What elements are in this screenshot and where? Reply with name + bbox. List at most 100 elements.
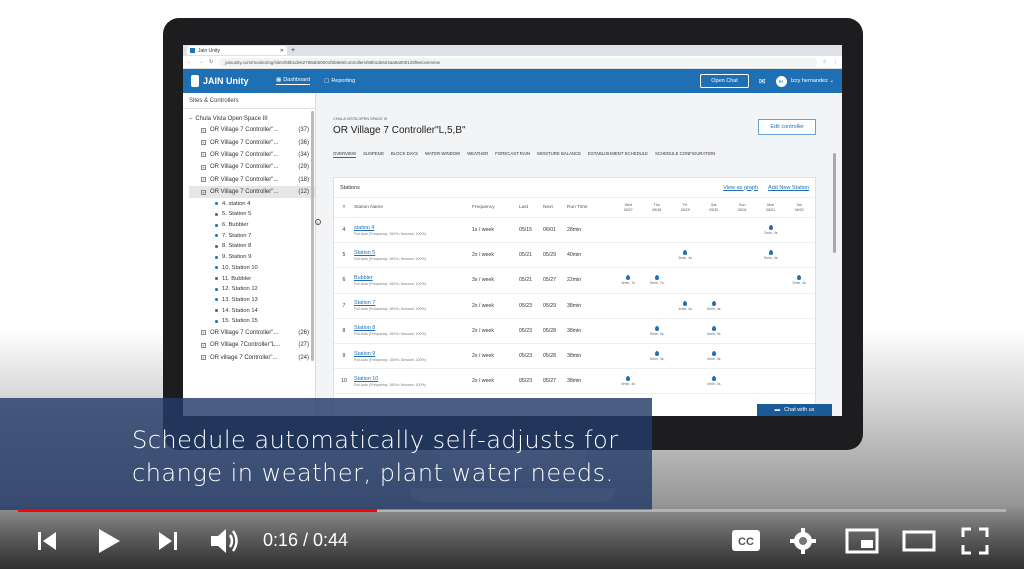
main-scrollbar[interactable] xyxy=(833,153,836,253)
station-item[interactable]: 13. Station 13 xyxy=(189,295,315,306)
breadcrumb[interactable]: CHULA VISTA OPEN SPACE III xyxy=(333,117,387,121)
table-row[interactable]: 5 Station 5 Full Auto (Frequency: 100% / A… xyxy=(334,243,815,269)
video-player[interactable]: { "browser": { "tab_title": "Jain Unity"… xyxy=(0,0,1024,569)
nav-dashboard[interactable]: ▦ Dashboard xyxy=(276,77,311,85)
volume-icon[interactable] xyxy=(209,526,243,556)
station-item[interactable]: 6. Bubbler xyxy=(189,220,315,231)
captions-icon[interactable]: CC xyxy=(731,528,761,554)
station-item[interactable]: 7. Station 7 xyxy=(189,230,315,241)
site-item[interactable]: – Chula Vista Open Space III xyxy=(189,113,315,124)
menu-dots-icon[interactable]: ⋮ xyxy=(833,59,838,65)
table-row[interactable]: 9 Station 9 Full Auto (Frequency: 100% / A… xyxy=(334,344,815,370)
expand-icon[interactable]: + xyxy=(201,189,206,195)
expand-icon[interactable]: + xyxy=(201,140,206,146)
col-frequency: Frequency xyxy=(472,205,495,210)
collapse-icon[interactable]: – xyxy=(189,116,192,122)
tab-overview[interactable]: OVERVIEW xyxy=(333,151,357,158)
station-link[interactable]: station 4 xyxy=(354,225,472,231)
controller-item[interactable]: + OR Village 7 Controller"... (12) xyxy=(189,185,315,199)
bookmark-star-icon[interactable]: ☆ xyxy=(823,59,827,65)
tab-forecast-rain[interactable]: FORECAST RAIN xyxy=(495,151,530,158)
forward-icon[interactable]: → xyxy=(198,59,203,65)
water-drop-icon xyxy=(654,275,659,281)
station-item[interactable]: 9. Station 9 xyxy=(189,252,315,263)
station-link[interactable]: Station 9 xyxy=(354,351,472,357)
controller-item[interactable]: + OR village 7 Controller"... (24) xyxy=(189,351,315,363)
avatar[interactable]: IH xyxy=(775,75,787,87)
edit-controller-button[interactable]: Edit controller xyxy=(758,119,816,135)
station-item[interactable]: 15. Station 15 xyxy=(189,316,315,327)
station-link[interactable]: Station 8 xyxy=(354,325,472,331)
url-field[interactable]: jainunity.com/monitoring/sites/59b1de627… xyxy=(219,57,817,67)
table-row[interactable]: 4 station 4 Full Auto (Frequency: 100% / A… xyxy=(334,218,815,244)
tab-establishment-schedule[interactable]: ESTABLISHMENT SCHEDULE xyxy=(588,151,648,158)
reload-icon[interactable]: ↻ xyxy=(209,59,213,65)
station-item[interactable]: 8. Station 8 xyxy=(189,241,315,252)
day-date: 05/28 xyxy=(652,207,662,212)
station-item[interactable]: 5. Station 5 xyxy=(189,209,315,220)
new-tab-icon[interactable]: + xyxy=(291,47,295,54)
close-tab-icon[interactable]: ✕ xyxy=(280,48,284,54)
play-icon[interactable] xyxy=(96,527,122,555)
back-icon[interactable]: ← xyxy=(187,59,192,65)
station-item[interactable]: 14. Station 14 xyxy=(189,305,315,316)
table-row[interactable]: 10 Station 10 Full Auto (Frequency: 100% /… xyxy=(334,369,815,395)
controller-item[interactable]: + OR Village 7 Controller"... (37) xyxy=(189,124,315,136)
col-last: Last xyxy=(519,205,529,210)
progress-bar[interactable] xyxy=(18,509,1006,512)
expand-icon[interactable]: + xyxy=(201,164,206,170)
expand-icon[interactable]: + xyxy=(201,342,206,348)
station-item[interactable]: 12. Station 12 xyxy=(189,284,315,295)
nav-reporting[interactable]: ▢ Reporting xyxy=(324,78,355,84)
tab-suspend[interactable]: SUSPEND xyxy=(363,151,384,158)
water-drop-icon xyxy=(797,275,802,281)
card-header: Stations View as graph Add New Station xyxy=(334,178,815,198)
controller-item[interactable]: + OR Village 7Controller"L... (27) xyxy=(189,339,315,351)
controller-item[interactable]: + OR Village 7 Controller"... (29) xyxy=(189,161,315,173)
controller-item[interactable]: + OR Village 7 Controller"... (36) xyxy=(189,136,315,148)
expand-icon[interactable]: + xyxy=(201,152,206,158)
station-link[interactable]: Bubbler xyxy=(354,275,472,281)
controller-tree: – Chula Vista Open Space III + OR Village … xyxy=(183,109,315,364)
fullscreen-icon[interactable] xyxy=(961,527,989,555)
tab-block-days[interactable]: BLOCK DAYS xyxy=(391,151,418,158)
expand-icon[interactable]: + xyxy=(201,355,206,361)
expand-icon[interactable]: + xyxy=(201,127,206,133)
notifications-icon[interactable]: ✉ xyxy=(759,77,766,86)
miniplayer-icon[interactable] xyxy=(845,528,879,554)
tab-weather[interactable]: WEATHER xyxy=(467,151,488,158)
previous-icon[interactable] xyxy=(36,529,58,553)
theater-mode-icon[interactable] xyxy=(902,529,936,553)
tab-water-window[interactable]: WATER WINDOW xyxy=(425,151,460,158)
controller-item[interactable]: + OR Village 7 Controller"... (18) xyxy=(189,174,315,186)
open-chat-button[interactable]: Open Chat xyxy=(700,74,749,88)
brand-logo[interactable]: JAIN Unity xyxy=(191,75,276,87)
col-runtime: Run Time xyxy=(567,205,588,210)
sidebar-scrollbar[interactable] xyxy=(311,111,314,361)
tab-schedule-configuration[interactable]: SCHEDULE CONFIGURATION xyxy=(655,151,715,158)
settings-gear-icon[interactable] xyxy=(789,527,817,555)
station-item[interactable]: 11. Bubbler xyxy=(189,273,315,284)
user-menu[interactable]: Izzy hernandez ⌄ xyxy=(791,78,834,84)
info-icon[interactable]: i xyxy=(315,219,321,225)
station-link[interactable]: Station 7 xyxy=(354,300,472,306)
chat-widget-button[interactable]: ▬ Chat with us xyxy=(757,404,832,416)
tab-moisture-balance[interactable]: MOISTURE BALANCE xyxy=(537,151,581,158)
station-link[interactable]: Station 5 xyxy=(354,250,472,256)
view-as-graph-link[interactable]: View as graph xyxy=(723,185,758,191)
table-row[interactable]: 6 Bubbler Full Auto (Frequency: 100% / Amo… xyxy=(334,268,815,294)
table-row[interactable]: 7 Station 7 Full Auto (Frequency: 100% / A… xyxy=(334,294,815,319)
browser-tab[interactable]: Jain Unity ✕ xyxy=(187,46,287,55)
add-new-station-link[interactable]: Add New Station xyxy=(768,185,809,191)
station-cell: Station 8 Full Auto (Frequency: 100% / Am… xyxy=(354,325,472,336)
controller-item[interactable]: + OR Village 7 Controller"... (34) xyxy=(189,149,315,161)
station-item[interactable]: 10. Station 10 xyxy=(189,262,315,273)
watering-duration: 2min, 4s xyxy=(763,231,778,236)
controller-item[interactable]: + OR Village 7 Controller"... (26) xyxy=(189,327,315,339)
station-link[interactable]: Station 10 xyxy=(354,376,472,382)
station-item[interactable]: 4. station 4 xyxy=(189,198,315,209)
table-row[interactable]: 8 Station 8 Full Auto (Frequency: 100% / A… xyxy=(334,319,815,344)
next-icon[interactable] xyxy=(157,529,179,553)
expand-icon[interactable]: + xyxy=(201,177,206,183)
expand-icon[interactable]: + xyxy=(201,330,206,336)
